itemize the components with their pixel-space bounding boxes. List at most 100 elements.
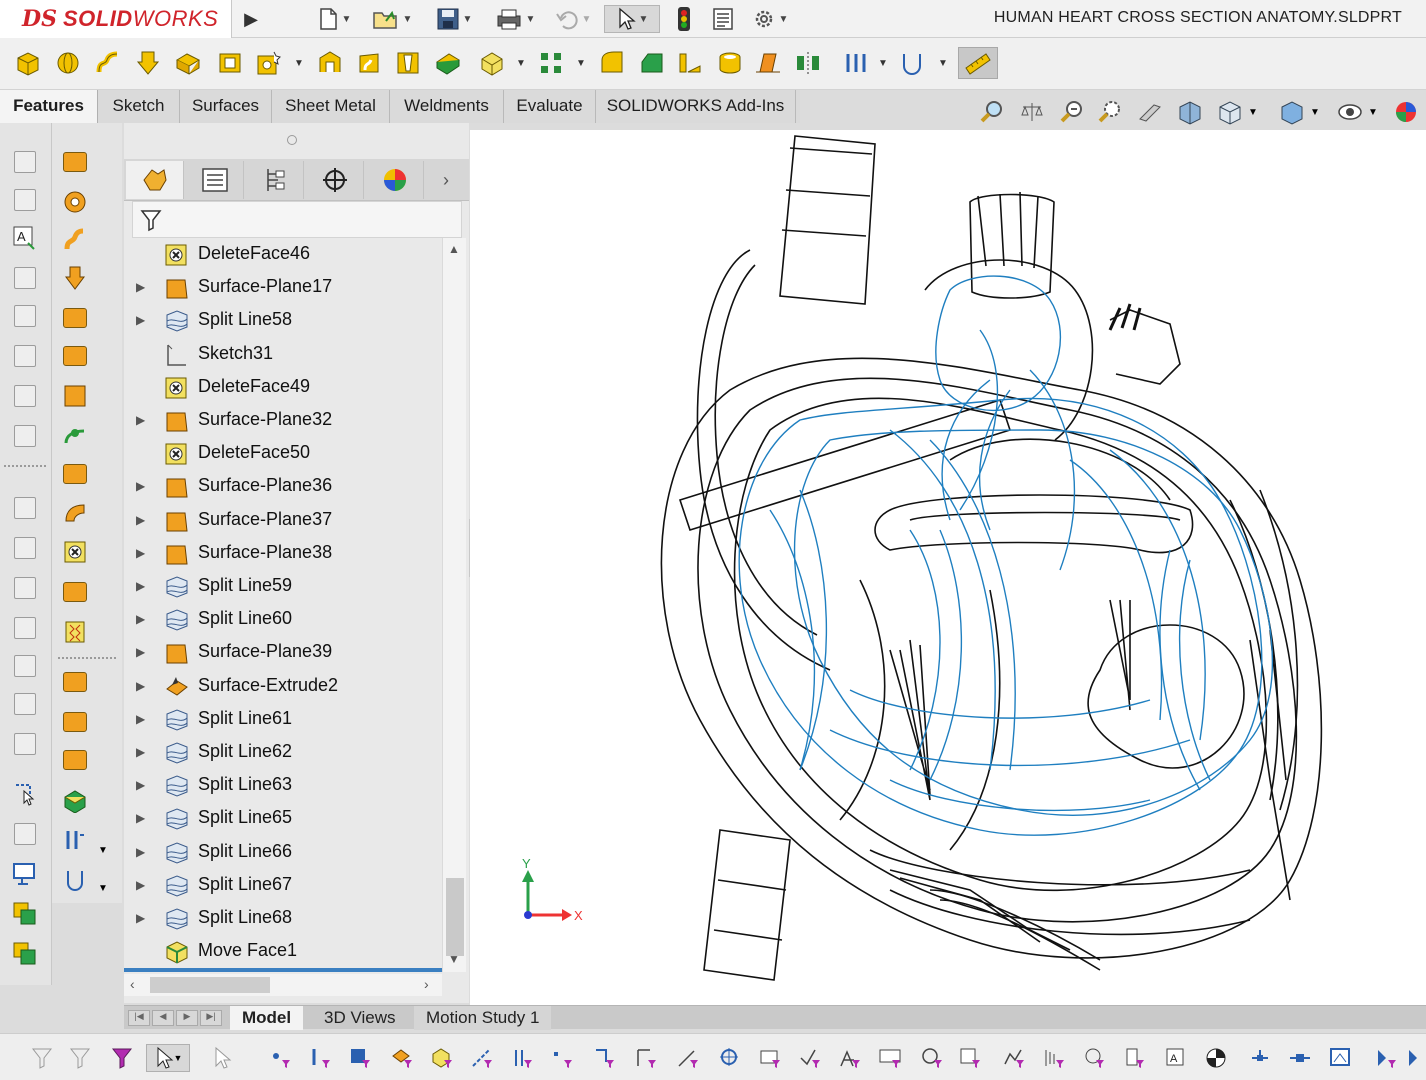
tree-node[interactable]: DeleteFace46 xyxy=(124,238,442,271)
filter-datum-targets-icon[interactable] xyxy=(956,1044,984,1072)
panel-scroll-right-icon[interactable]: › xyxy=(426,161,466,199)
expand-arrow-icon[interactable]: ▶ xyxy=(136,778,145,792)
expand-arrow-icon[interactable]: ▶ xyxy=(136,313,145,327)
display-style-dropdown-icon[interactable]: ▼ xyxy=(1308,98,1322,126)
extruded-surface-icon[interactable] xyxy=(60,147,90,177)
mirror-icon[interactable] xyxy=(792,47,824,79)
property-manager-tab-icon[interactable] xyxy=(186,161,244,199)
combine-icon[interactable] xyxy=(10,533,40,563)
hide-show-dropdown-icon[interactable]: ▼ xyxy=(1366,98,1380,126)
options-gear-icon[interactable]: ▼ xyxy=(744,5,796,33)
note-icon[interactable]: A xyxy=(10,223,40,253)
tab-motion-study[interactable]: Motion Study 1 xyxy=(414,1006,552,1030)
swept-boss-icon[interactable] xyxy=(92,47,124,79)
tree-node[interactable]: ▶ Surface-Plane17 xyxy=(124,271,442,304)
indent-icon[interactable] xyxy=(10,729,40,759)
expand-arrow-icon[interactable]: ▶ xyxy=(136,845,145,859)
expand-arrow-icon[interactable]: ▶ xyxy=(136,911,145,925)
curves-icon[interactable] xyxy=(840,47,872,79)
curves-left-icon[interactable] xyxy=(60,865,90,895)
tree-node[interactable]: ▶ Split Line65 xyxy=(124,802,442,835)
linear-pattern-icon[interactable] xyxy=(536,47,568,79)
save-icon[interactable]: ▼ xyxy=(428,5,480,33)
filter-dimensions-icon[interactable] xyxy=(756,1044,784,1072)
horizontal-scroll-thumb[interactable] xyxy=(150,977,270,993)
reference-geometry-dropdown-icon[interactable]: ▼ xyxy=(516,58,526,69)
tree-horizontal-scrollbar[interactable]: ‹ › xyxy=(124,974,442,996)
annotation-icon[interactable] xyxy=(10,185,40,215)
rebuild-icon[interactable] xyxy=(670,5,698,33)
tree-node[interactable]: ▶ Surface-Plane32 xyxy=(124,404,442,437)
extruded-cut-icon[interactable] xyxy=(214,47,246,79)
scale-icon[interactable] xyxy=(10,689,40,719)
tree-node[interactable]: ▶ Split Line58 xyxy=(124,304,442,337)
untrim-surface-icon[interactable] xyxy=(60,707,90,737)
menu-expand-arrow-icon[interactable]: ▶ xyxy=(234,0,268,38)
display-selection-icon[interactable] xyxy=(10,859,40,889)
balloon-icon[interactable] xyxy=(10,263,40,293)
tree-node[interactable]: ▶ Surface-Plane37 xyxy=(124,504,442,537)
filter-dowel-pin-icon[interactable] xyxy=(1120,1044,1148,1072)
scroll-down-arrow-icon[interactable]: ▼ xyxy=(448,952,460,966)
reference-geometry-icon[interactable] xyxy=(476,47,508,79)
filter-routing-points-icon[interactable] xyxy=(1202,1044,1230,1072)
zoom-to-area-icon[interactable] xyxy=(1018,98,1046,126)
tree-filter-field[interactable] xyxy=(132,201,462,238)
tree-node[interactable]: ▶ Surface-Plane39 xyxy=(124,636,442,669)
scroll-right-arrow-icon[interactable]: › xyxy=(424,976,429,992)
tab-3d-views[interactable]: 3D Views xyxy=(312,1006,408,1030)
next-tab-icon[interactable]: ▶ xyxy=(176,1010,198,1026)
extruded-boss-icon[interactable] xyxy=(12,47,44,79)
expand-arrow-icon[interactable]: ▶ xyxy=(136,645,145,659)
first-tab-icon[interactable]: |◀ xyxy=(128,1010,150,1026)
filter-blocks-icon[interactable] xyxy=(1080,1044,1108,1072)
filter-spline-handles-icon[interactable] xyxy=(1246,1044,1274,1072)
tree-vertical-scrollbar[interactable]: ▲ ▼ xyxy=(442,238,466,972)
expand-arrow-icon[interactable]: ▶ xyxy=(136,878,145,892)
tab-evaluate[interactable]: Evaluate xyxy=(504,90,596,123)
hide-show-items-icon[interactable] xyxy=(1336,98,1364,126)
undo-icon[interactable]: ▼ xyxy=(548,5,598,33)
filter-mesh-vertices-icon[interactable] xyxy=(1372,1044,1400,1072)
print-icon[interactable]: ▼ xyxy=(488,5,542,33)
expand-arrow-icon[interactable]: ▶ xyxy=(136,612,145,626)
lofted-surface-icon[interactable] xyxy=(60,263,90,293)
expand-arrow-icon[interactable]: ▶ xyxy=(136,712,145,726)
surface-flatten-icon[interactable] xyxy=(60,499,90,529)
boundary-boss-icon[interactable] xyxy=(172,47,204,79)
filter-midpoints-icon[interactable] xyxy=(632,1044,660,1072)
expand-arrow-icon[interactable]: ▶ xyxy=(136,679,145,693)
new-document-icon[interactable]: ▼ xyxy=(312,5,356,33)
instant3d-dropdown-icon[interactable]: ▼ xyxy=(938,58,948,69)
hole-wizard-dropdown-icon[interactable]: ▼ xyxy=(294,58,304,69)
delete-face-icon[interactable] xyxy=(60,537,90,567)
filter-axes-icon[interactable] xyxy=(468,1044,496,1072)
reference-geometry-left-icon[interactable] xyxy=(60,825,90,855)
extend-surface-icon[interactable] xyxy=(60,617,90,647)
filter-surface-bodies-icon[interactable] xyxy=(388,1044,416,1072)
filter-surface-finish-icon[interactable] xyxy=(796,1044,824,1072)
tree-node[interactable]: ▶ Split Line63 xyxy=(124,769,442,802)
expand-arrow-icon[interactable]: ▶ xyxy=(136,479,145,493)
shell-icon[interactable] xyxy=(714,47,746,79)
intersect-icon[interactable] xyxy=(10,573,40,603)
tree-node[interactable]: Move Face1 xyxy=(124,935,442,968)
planar-surface-icon[interactable] xyxy=(60,381,90,411)
tree-node[interactable]: ▶ Split Line66 xyxy=(124,836,442,869)
datum-icon[interactable] xyxy=(10,381,40,411)
tab-sheet-metal[interactable]: Sheet Metal xyxy=(272,90,390,123)
toggle-filter-toolbar-icon[interactable] xyxy=(66,1044,94,1072)
lofted-cut-icon[interactable] xyxy=(392,47,424,79)
tree-node[interactable]: ▶ Split Line61 xyxy=(124,703,442,736)
view-orientation-dropdown-icon[interactable]: ▼ xyxy=(1246,98,1260,126)
rollback-bar[interactable] xyxy=(124,968,442,972)
tree-node[interactable]: Sketch31 xyxy=(124,338,442,371)
section-view-icon[interactable] xyxy=(1176,98,1204,126)
edit-feature-icon[interactable] xyxy=(10,819,40,849)
filter-mesh-edges-icon[interactable] xyxy=(1326,1044,1354,1072)
expand-arrow-icon[interactable]: ▶ xyxy=(136,811,145,825)
tab-weldments[interactable]: Weldments xyxy=(390,90,504,123)
offset-surface-icon[interactable] xyxy=(60,421,90,451)
tolerance-icon[interactable] xyxy=(10,421,40,451)
panel-grip-icon[interactable] xyxy=(287,135,297,145)
